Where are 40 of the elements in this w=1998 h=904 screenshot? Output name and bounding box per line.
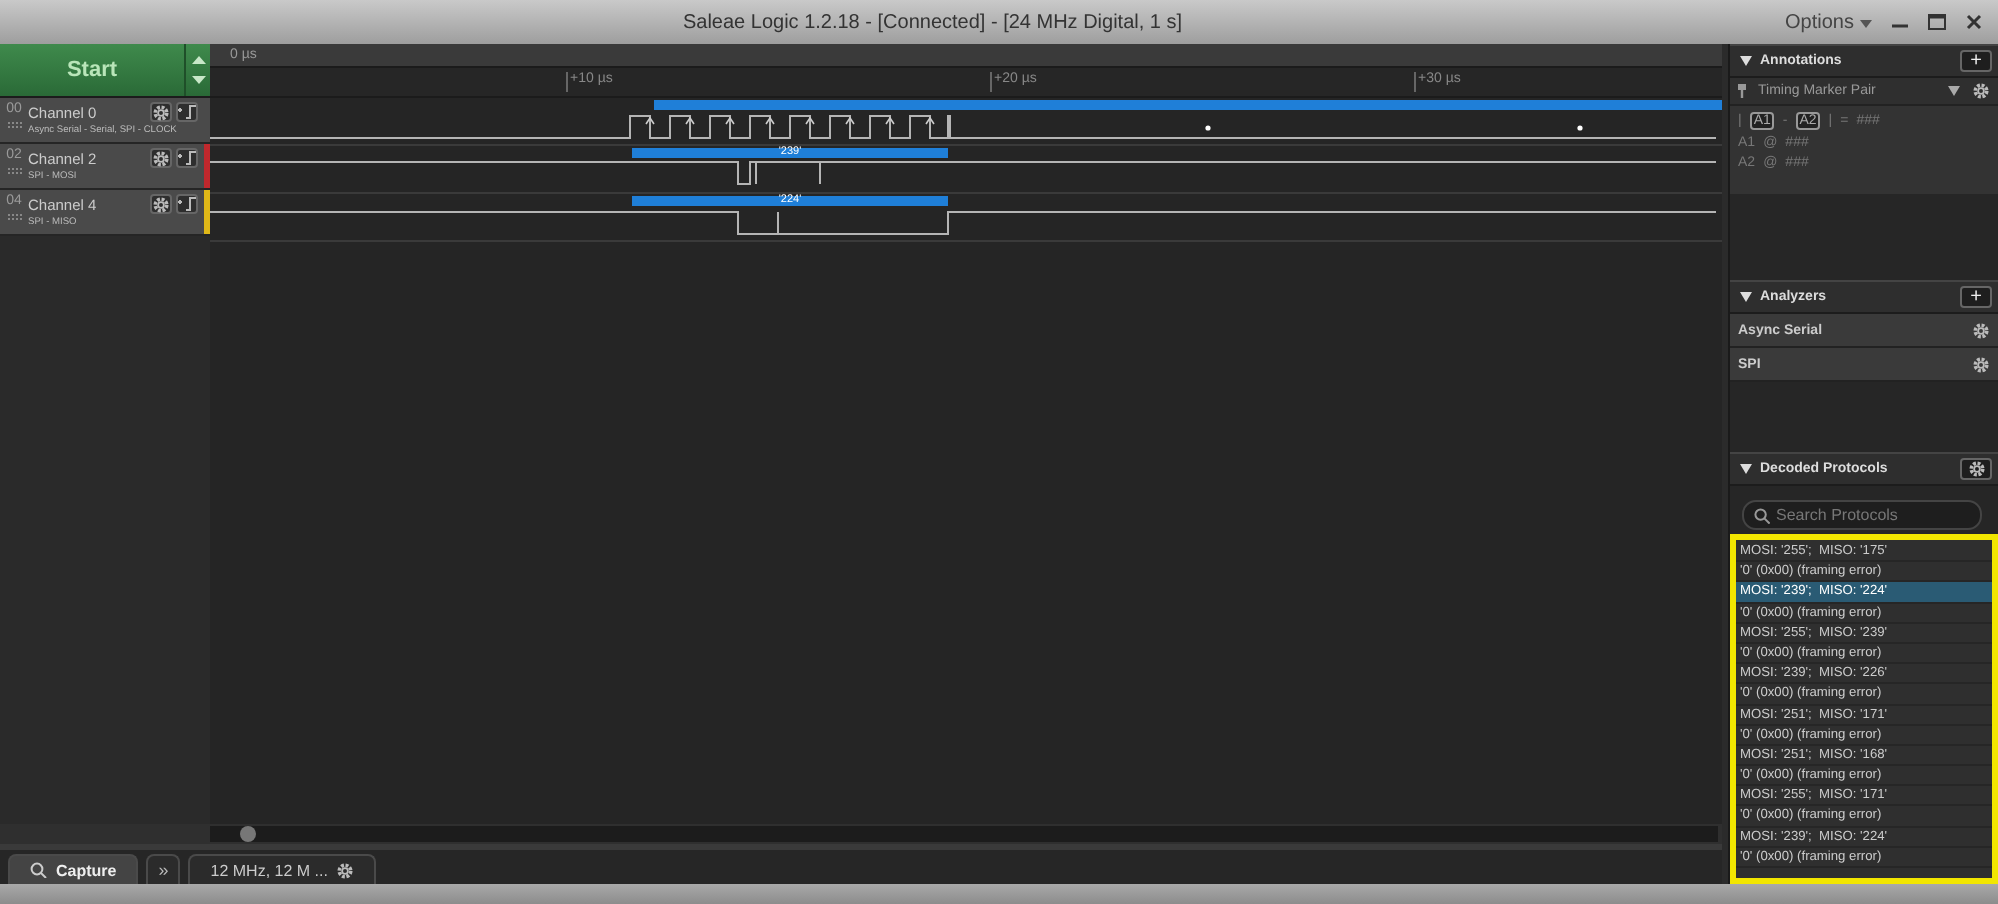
add-button[interactable]: + — [1960, 50, 1992, 72]
scroll-thumb[interactable] — [240, 826, 256, 842]
edge-trigger-icon — [178, 150, 196, 166]
horizontal-scrollbar[interactable] — [210, 826, 1718, 842]
dropdown-triangle-icon[interactable] — [1948, 86, 1960, 96]
search-field[interactable]: Search Protocols — [1776, 506, 1966, 524]
caret-icon — [1860, 19, 1872, 27]
settings-button[interactable] — [150, 148, 172, 168]
drag-handle-icon[interactable] — [7, 168, 21, 174]
drag-handle-icon[interactable] — [7, 122, 21, 128]
marker-flag-icon — [1738, 84, 1746, 98]
settings-button[interactable] — [1960, 458, 1992, 480]
drag-handle-icon[interactable] — [7, 214, 21, 220]
search-icon — [30, 862, 48, 878]
edge-trigger-icon — [178, 104, 196, 120]
trigger-button[interactable] — [176, 102, 198, 122]
settings-button[interactable] — [150, 102, 172, 122]
gear-icon — [152, 195, 170, 213]
gear-icon — [152, 149, 170, 167]
options-menu[interactable]: Options — [1785, 11, 1872, 33]
trigger-button[interactable] — [176, 148, 198, 168]
gear-icon — [152, 103, 170, 121]
window-title: Saleae Logic 1.2.18 - [Connected] - [24 MHz Digital, 1 s] — [680, 11, 1185, 33]
search-box[interactable]: Search Protocols — [1742, 500, 1982, 530]
collapse-triangle-icon[interactable] — [1740, 56, 1752, 66]
edge-trigger-icon — [178, 196, 196, 212]
gear-icon — [1967, 460, 1985, 478]
gear-icon — [335, 861, 354, 879]
gear-icon — [1972, 82, 1990, 100]
add-button[interactable]: + — [1960, 286, 1992, 308]
tab[interactable]: 12 MHz, 12 M ... — [188, 854, 376, 884]
search-icon — [1754, 507, 1770, 523]
more-tabs-button[interactable]: » — [146, 854, 181, 884]
collapse-triangle-icon[interactable] — [1740, 464, 1752, 474]
collapse-triangle-icon[interactable] — [1740, 292, 1752, 302]
close-icon[interactable] — [1966, 14, 1982, 30]
tab[interactable]: Capture — [8, 854, 139, 884]
settings-button[interactable] — [150, 194, 172, 214]
trigger-button[interactable] — [176, 194, 198, 214]
maximize-icon[interactable] — [1928, 14, 1946, 30]
